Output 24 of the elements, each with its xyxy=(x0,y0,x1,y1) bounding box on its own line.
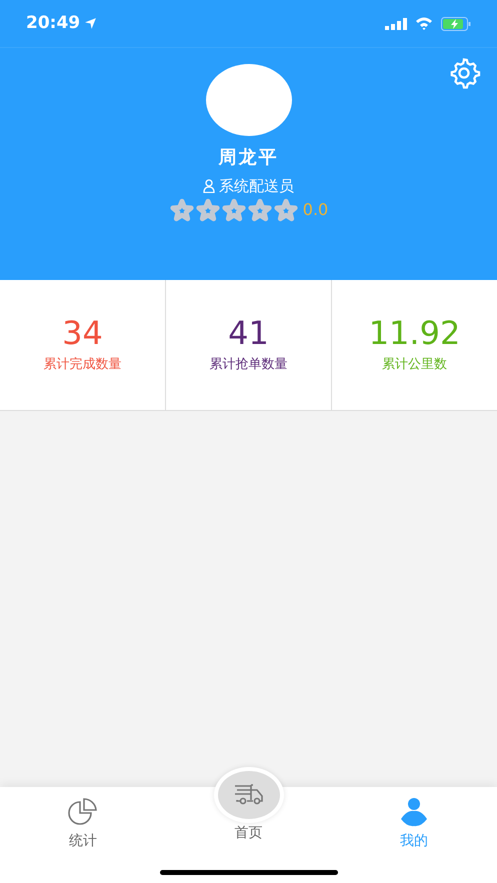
person-icon xyxy=(203,179,215,194)
tab[interactable]: 统计 xyxy=(0,787,166,853)
status-time: 20:49 xyxy=(26,12,80,35)
stat-label: 累计公里数 xyxy=(382,356,447,374)
empty-star-icon xyxy=(220,198,247,222)
signal-icon xyxy=(385,18,407,30)
stat-value: 11.92 xyxy=(368,316,460,351)
person-icon xyxy=(399,797,430,827)
user-name: 周龙平 xyxy=(218,146,278,170)
rating-value: 0.0 xyxy=(302,199,328,221)
wifi-icon xyxy=(415,17,433,30)
location-icon xyxy=(84,17,98,30)
user-role: 系统配送员 xyxy=(219,176,294,197)
empty-star-icon xyxy=(168,198,195,222)
pie-chart-icon xyxy=(66,797,100,827)
tab[interactable]: 首页 xyxy=(166,761,332,853)
stat-value: 34 xyxy=(62,316,103,351)
empty-star-icon xyxy=(272,198,299,222)
stat-label: 累计抢单数量 xyxy=(210,356,288,374)
empty-star-icon xyxy=(246,198,273,222)
stat-value: 41 xyxy=(228,316,269,351)
empty-star-icon xyxy=(194,198,221,222)
battery-icon xyxy=(441,16,471,30)
stat-label: 累计完成数量 xyxy=(44,356,122,374)
